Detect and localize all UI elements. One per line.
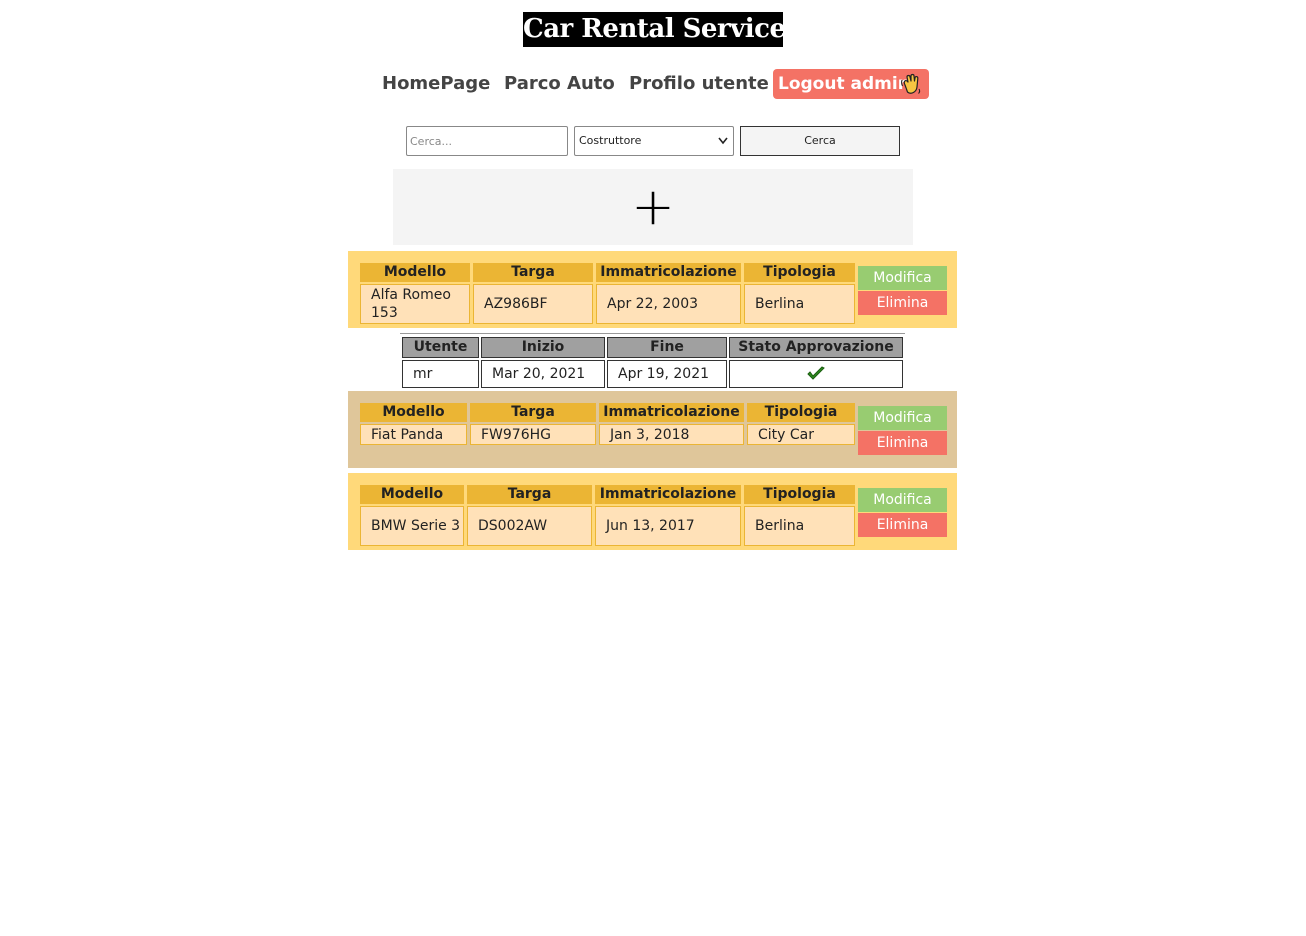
car-registration: Jan 3, 2018 [599,424,744,445]
car-plate: AZ986BF [473,284,593,324]
rental-end: Apr 19, 2021 [607,360,727,388]
site-title: Car Rental Service [523,12,786,47]
edit-car-button[interactable]: Modifica [858,406,947,430]
col-header-plate: Targa [473,263,593,282]
divider [400,333,905,334]
col-header-plate: Targa [467,485,592,504]
car-model: Fiat Panda [360,424,467,445]
col-header-model: Modello [360,403,467,422]
logout-button[interactable]: Logout admin [773,69,929,99]
nav-homepage-link[interactable]: HomePage [382,72,490,96]
car-type: Berlina [744,506,855,546]
chevron-down-icon [718,127,728,167]
col-header-type: Tipologia [744,263,855,282]
col-header-model: Modello [360,485,464,504]
rental-start: Mar 20, 2021 [481,360,605,388]
search-input[interactable] [406,126,568,156]
rental-header-status: Stato Approvazione [729,337,903,358]
waving-hand-icon [901,73,921,94]
edit-car-button[interactable]: Modifica [858,488,947,512]
rental-header-user: Utente [402,337,479,358]
col-header-plate: Targa [470,403,596,422]
checkmark-icon [807,366,825,380]
car-plate: DS002AW [467,506,592,546]
edit-car-button[interactable]: Modifica [858,266,947,290]
car-plate: FW976HG [470,424,596,445]
col-header-registration: Immatricolazione [599,403,744,422]
search-button[interactable]: Cerca [740,126,900,156]
col-header-registration: Immatricolazione [596,263,741,282]
plus-icon: + [631,177,675,237]
col-header-type: Tipologia [744,485,855,504]
nav-fleet-link[interactable]: Parco Auto [504,72,615,96]
nav-profile-link[interactable]: Profilo utente [629,72,769,96]
col-header-registration: Immatricolazione [595,485,741,504]
rental-header-start: Inizio [481,337,605,358]
car-model: Alfa Romeo 153 [360,284,470,324]
col-header-type: Tipologia [747,403,855,422]
delete-car-button[interactable]: Elimina [858,431,947,455]
car-registration: Jun 13, 2017 [595,506,741,546]
rental-header-end: Fine [607,337,727,358]
delete-car-button[interactable]: Elimina [858,291,947,315]
car-model: BMW Serie 3 [360,506,464,546]
car-registration: Apr 22, 2003 [596,284,741,324]
logout-label: Logout admin [778,74,910,94]
car-row: Modello Targa Immatricolazione Tipologia… [348,473,957,550]
delete-car-button[interactable]: Elimina [858,513,947,537]
rental-status [729,360,903,388]
rental-table: Utente Inizio Fine Stato Approvazione mr… [402,337,904,389]
manufacturer-select[interactable]: Costruttore [574,126,734,156]
col-header-model: Modello [360,263,470,282]
car-type: Berlina [744,284,855,324]
rental-user: mr [402,360,479,388]
add-car-button[interactable]: + [393,169,913,245]
select-value: Costruttore [579,134,642,147]
car-type: City Car [747,424,855,445]
car-row: Modello Targa Immatricolazione Tipologia… [348,251,957,328]
car-row: Modello Targa Immatricolazione Tipologia… [348,391,957,468]
